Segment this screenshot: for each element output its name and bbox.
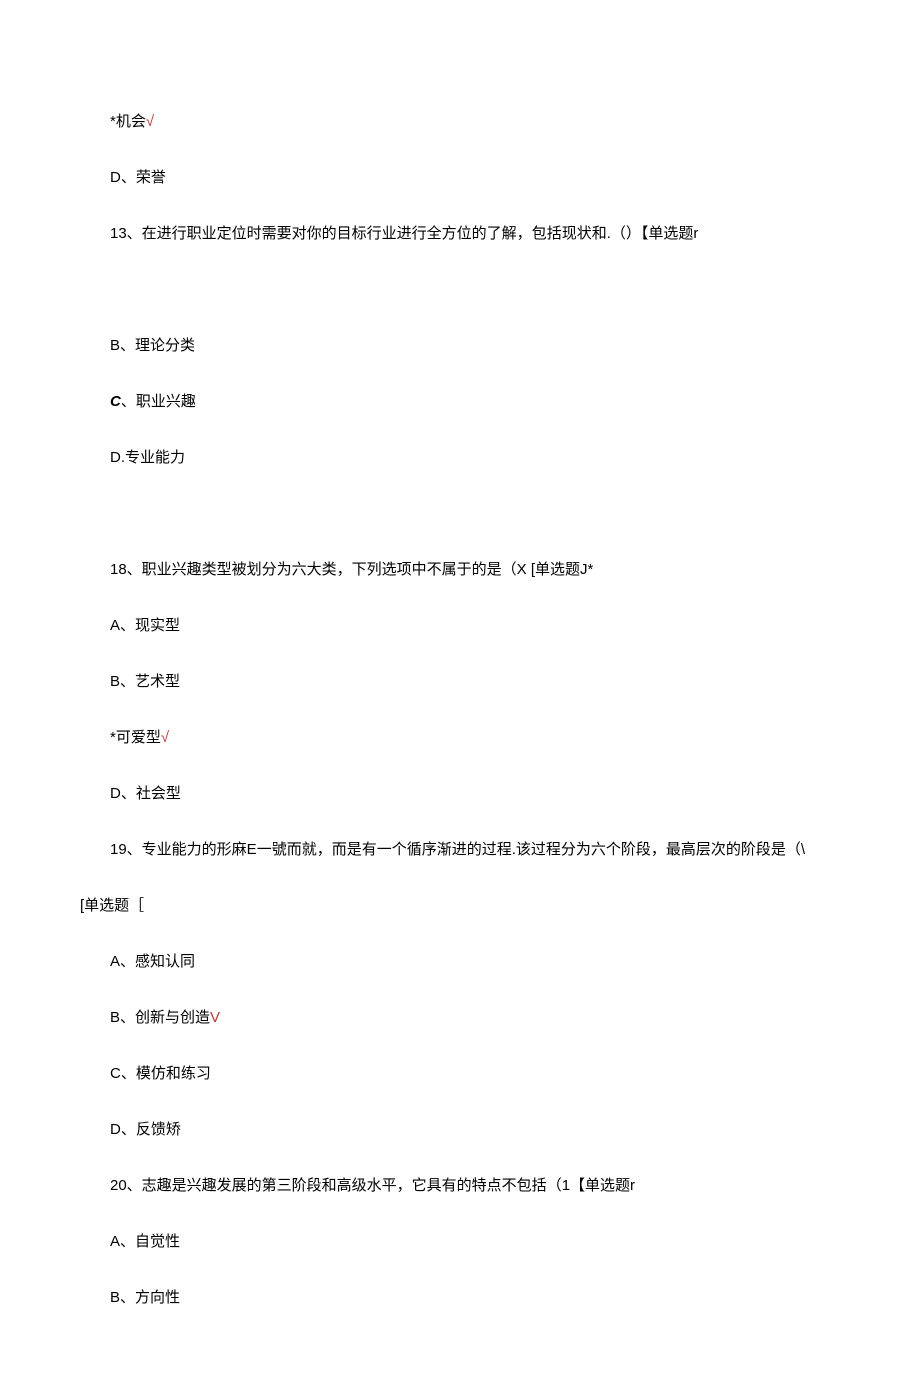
blank-line [80,502,840,526]
check-mark: √ [146,113,154,130]
question-text: 13、在进行职业定位时需要对你的目标行业进行全方位的了解，包括现状和.（）【单选… [80,222,840,246]
question-content: 13、在进行职业定位时需要对你的目标行业进行全方位的了解，包括现状和.（）【单选… [110,225,698,242]
option-text: B、艺术型 [110,673,180,690]
option-text: B、方向性 [110,1289,180,1306]
option-text: A、自觉性 [110,1233,180,1250]
question-content: 20、志趣是兴趣发展的第三阶段和高级水平，它具有的特点不包括（1【单选题r [110,1177,635,1194]
option-text: D、荣誉 [110,169,166,186]
option-label: C [110,393,121,410]
option-text: D、社会型 [110,785,181,802]
question-text: 19、专业能力的形麻E一號而就，而是有一个循序渐进的过程.该过程分为六个阶段，最… [80,838,840,862]
option-text: *机会 [110,113,146,130]
option-text: D.专业能力 [110,449,185,466]
text-line: B、方向性 [80,1286,840,1310]
option-text: B、创新与创造 [110,1009,210,1026]
option-text: C、模仿和练习 [110,1065,211,1082]
text-line: A、现实型 [80,614,840,638]
option-text: 、职业兴趣 [121,393,196,410]
text-line: C、模仿和练习 [80,1062,840,1086]
option-text: D、反馈矫 [110,1121,181,1138]
check-mark: V [210,1009,220,1026]
question-content: [单选题［ [80,897,144,914]
question-text: 18、职业兴趣类型被划分为六大类，下列选项中不属于的是（X [单选题J* [80,558,840,582]
blank-line [80,278,840,302]
question-content: 18、职业兴趣类型被划分为六大类，下列选项中不属于的是（X [单选题J* [110,561,593,578]
question-text: 20、志趣是兴趣发展的第三阶段和高级水平，它具有的特点不包括（1【单选题r [80,1174,840,1198]
document-content: *机会√ D、荣誉 13、在进行职业定位时需要对你的目标行业进行全方位的了解，包… [0,0,920,1382]
question-text-continued: [单选题［ [80,894,840,918]
check-mark: √ [161,729,169,746]
text-line: *机会√ [80,110,840,134]
text-line: B、理论分类 [80,334,840,358]
text-line: D、荣誉 [80,166,840,190]
option-text: A、感知认同 [110,953,195,970]
option-text: A、现实型 [110,617,180,634]
text-line: C、职业兴趣 [80,390,840,414]
text-line: D.专业能力 [80,446,840,470]
question-content: 19、专业能力的形麻E一號而就，而是有一个循序渐进的过程.该过程分为六个阶段，最… [110,841,805,858]
text-line: A、自觉性 [80,1230,840,1254]
text-line: B、创新与创造V [80,1006,840,1030]
text-line: B、艺术型 [80,670,840,694]
option-text: B、理论分类 [110,337,195,354]
text-line: A、感知认同 [80,950,840,974]
text-line: D、反馈矫 [80,1118,840,1142]
text-line: D、社会型 [80,782,840,806]
text-line: *可爱型√ [80,726,840,750]
option-text: *可爱型 [110,729,161,746]
